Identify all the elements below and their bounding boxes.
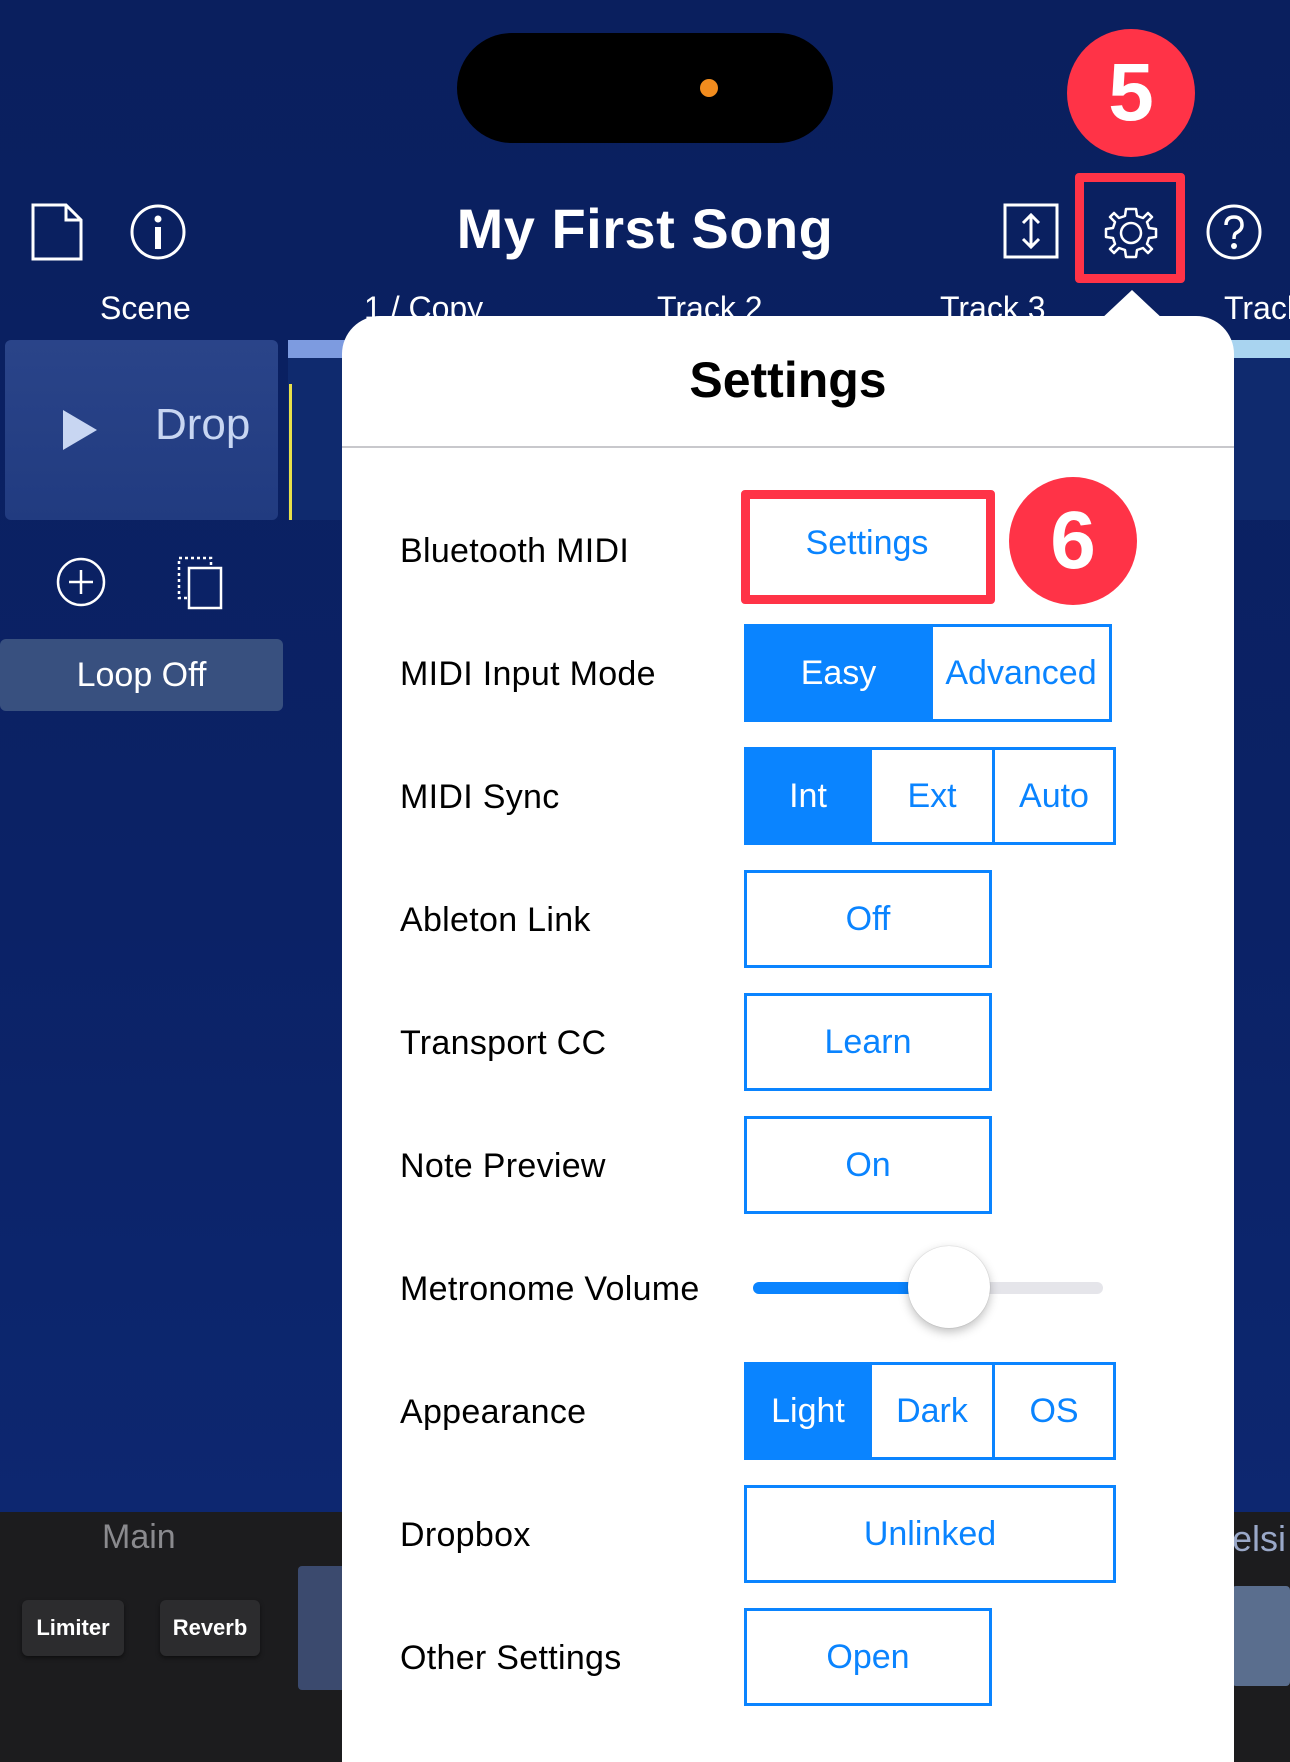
duplicate-scene-icon[interactable] <box>176 555 226 611</box>
step-6-highlight <box>741 490 995 604</box>
step-5-highlight <box>1075 173 1185 283</box>
other-settings-open-button[interactable]: Open <box>744 1608 992 1706</box>
popover-title: Settings <box>689 352 887 408</box>
other-settings-label: Other Settings <box>400 1639 622 1677</box>
clip-bar <box>1228 340 1290 358</box>
instrument-thumbnail[interactable] <box>1232 1586 1290 1686</box>
play-icon[interactable] <box>63 410 97 450</box>
scene-cell[interactable]: Drop <box>5 340 278 520</box>
instrument-thumbnail[interactable] <box>298 1566 348 1690</box>
help-icon[interactable] <box>1204 202 1264 262</box>
metronome-volume-label: Metronome Volume <box>400 1270 700 1308</box>
transport-cc-label: Transport CC <box>400 1024 607 1062</box>
column-header-track-4[interactable]: Track <box>1224 290 1290 327</box>
metronome-volume-slider[interactable] <box>753 1246 1103 1328</box>
resize-icon[interactable] <box>1002 202 1060 260</box>
song-title[interactable]: My First Song <box>420 196 870 261</box>
transport-cc-learn-button[interactable]: Learn <box>744 993 992 1091</box>
segment-ext[interactable]: Ext <box>869 750 992 842</box>
column-header-scene: Scene <box>100 290 191 326</box>
note-preview-button[interactable]: On <box>744 1116 992 1214</box>
midi-input-mode-label: MIDI Input Mode <box>400 655 656 693</box>
midi-input-mode-segmented: Easy Advanced <box>744 624 1112 722</box>
instrument-name-partial: elsi <box>1232 1518 1287 1559</box>
info-icon[interactable] <box>128 202 188 262</box>
scene-name: Drop <box>155 400 251 449</box>
segment-advanced[interactable]: Advanced <box>930 627 1109 719</box>
loop-toggle-button[interactable]: Loop Off <box>0 639 283 711</box>
add-scene-icon[interactable] <box>54 555 108 609</box>
reverb-button[interactable]: Reverb <box>160 1600 260 1656</box>
step-6-badge: 6 <box>1009 477 1137 605</box>
bluetooth-midi-label: Bluetooth MIDI <box>400 532 630 570</box>
appearance-segmented: Light Dark OS <box>744 1362 1116 1460</box>
dropbox-label: Dropbox <box>400 1516 531 1554</box>
camera-notch <box>457 33 833 143</box>
clip-bar <box>288 340 348 358</box>
segment-os[interactable]: OS <box>992 1365 1113 1457</box>
limiter-button[interactable]: Limiter <box>22 1600 124 1656</box>
segment-dark[interactable]: Dark <box>869 1365 992 1457</box>
main-channel-label: Main <box>102 1518 176 1556</box>
segment-easy[interactable]: Easy <box>747 627 930 719</box>
ableton-link-label: Ableton Link <box>400 901 591 939</box>
ableton-link-button[interactable]: Off <box>744 870 992 968</box>
recording-indicator-dot <box>700 79 718 97</box>
midi-sync-label: MIDI Sync <box>400 778 560 816</box>
dropbox-link-button[interactable]: Unlinked <box>744 1485 1116 1583</box>
appearance-label: Appearance <box>400 1393 587 1431</box>
segment-int[interactable]: Int <box>747 750 869 842</box>
playhead <box>289 384 292 520</box>
new-song-icon[interactable] <box>28 200 86 264</box>
segment-light[interactable]: Light <box>747 1365 869 1457</box>
note-preview-label: Note Preview <box>400 1147 606 1185</box>
midi-sync-segmented: Int Ext Auto <box>744 747 1116 845</box>
slider-thumb[interactable] <box>908 1246 990 1328</box>
divider <box>342 446 1234 448</box>
step-5-badge: 5 <box>1067 29 1195 157</box>
segment-auto[interactable]: Auto <box>992 750 1113 842</box>
